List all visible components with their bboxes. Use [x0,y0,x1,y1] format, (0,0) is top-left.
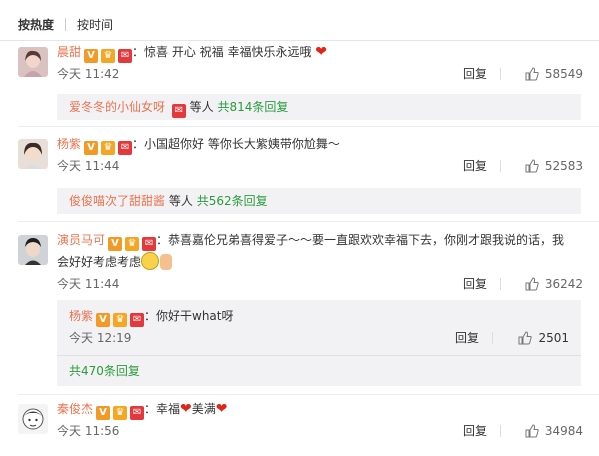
member-badge-icon: ♛ [101,49,116,63]
reply-user-link[interactable]: 俊俊喵次了甜甜酱 [69,194,165,208]
heart-emoji-icon: ❤ [180,401,192,417]
redpacket-icon: ✉ [118,49,133,63]
comment-meta: 今天 11:56 回复 34984 [57,421,583,441]
thumbs-up-icon [518,331,533,345]
meta-separator [500,160,501,172]
reply-button[interactable]: 回复 [455,328,479,348]
comment-divider [18,394,599,395]
like-button[interactable]: 2501 [518,328,569,348]
view-replies-link[interactable]: 共814条回复 [218,100,289,114]
comment-text-continued: 美满 [191,402,216,416]
member-badge-icon: ♛ [125,237,140,251]
reply-button[interactable]: 回复 [463,64,487,84]
meta-separator [500,425,501,437]
verified-v-icon: V [84,141,99,155]
sub-reply-divider [57,355,581,356]
heart-emoji-icon: ❤ [315,44,328,60]
username-link[interactable]: 演员马可 [57,233,105,247]
reply-thread-box: 俊俊喵次了甜甜酱 等人 共562条回复 [57,188,581,214]
like-count: 34984 [544,424,583,438]
like-button[interactable]: 34984 [525,421,583,441]
like-button[interactable]: 58549 [525,64,583,84]
meta-separator [500,68,501,80]
thumbs-up-icon [525,67,539,81]
hand-emoji-icon [160,254,173,270]
like-count: 52583 [544,159,583,173]
sub-reply-meta: 今天 12:19 回复 2501 [69,328,569,348]
sub-reply-time: 今天 12:19 [69,331,132,345]
view-replies-link[interactable]: 共470条回复 [69,364,140,378]
avatar[interactable] [18,404,48,434]
view-replies-link[interactable]: 共562条回复 [197,194,268,208]
comment-time: 今天 11:44 [57,277,120,291]
like-button[interactable]: 36242 [525,274,583,294]
sort-tabs: 按热度 按时间 [18,14,113,34]
username-link[interactable]: 秦俊杰 [57,402,93,416]
redpacket-icon: ✉ [130,313,145,327]
member-badge-icon: ♛ [113,406,128,420]
tab-sort-by-time[interactable]: 按时间 [77,16,113,33]
tab-sort-by-hot[interactable]: 按热度 [18,16,54,33]
redpacket-icon: ✉ [118,141,133,155]
comment-text-continued: 会好好考虑考虑 [57,255,142,269]
comment-text: ：幸福 [144,402,181,416]
comment-time: 今天 11:56 [57,424,120,438]
comment-text: ：恭喜嘉伦兄弟喜得爱子～～要一直跟欢欢幸福下去，你刚才跟我说的话，我 [156,233,565,247]
username-link[interactable]: 杨紫 [57,137,81,151]
comment-text: ：惊喜 开心 祝福 幸福快乐永远哦 [132,45,312,59]
comment-content: 晨甜 V ♛ ✉ ：惊喜 开心 祝福 幸福快乐永远哦 ❤ [57,41,583,63]
thumbs-up-icon [525,424,539,438]
avatar[interactable] [18,47,48,77]
comment-content: 杨紫 V ♛ ✉ ：小国超你好 等你长大紫姨带你尬舞～ [57,133,583,155]
verified-v-icon: V [96,406,111,420]
member-badge-icon: ♛ [113,313,128,327]
verified-v-icon: V [108,237,123,251]
comment-divider [18,126,599,127]
comment-time: 今天 11:42 [57,67,120,81]
tab-separator [65,17,67,31]
meta-separator [500,278,501,290]
reply-user-link[interactable]: 爱冬冬的小仙女呀 [69,100,165,114]
comment-text: ：小国超你好 等你长大紫姨带你尬舞～ [132,137,340,151]
heart-emoji-icon: ❤ [215,401,228,417]
reply-thread-box: 爱冬冬的小仙女呀 ✉ 等人 共814条回复 [57,94,581,120]
username-link[interactable]: 晨甜 [57,45,81,59]
reply-button[interactable]: 回复 [463,421,487,441]
thumbs-up-icon [525,277,539,291]
sub-reply-text: ：你好干what呀 [144,309,234,323]
avatar[interactable] [18,235,48,265]
member-badge-icon: ♛ [101,141,116,155]
avatar[interactable] [18,139,48,169]
comment-content: 秦俊杰 V ♛ ✉ ：幸福❤美满❤ [57,398,583,420]
thumbs-up-icon [525,159,539,173]
reply-thread-box: 杨紫 V ♛ ✉ ：你好干what呀 今天 12:19 回复 2501 共470条回复 [57,300,581,386]
comment-item: 秦俊杰 V ♛ ✉ ：幸福❤美满❤ 今天 11:56 回复 34984 [0,398,599,456]
redpacket-icon: ✉ [130,406,145,420]
smile-emoji-icon [141,252,160,270]
username-link[interactable]: 杨紫 [69,309,93,323]
verified-v-icon: V [96,313,111,327]
comment-time: 今天 11:44 [57,159,120,173]
like-count: 58549 [544,67,583,81]
reply-button[interactable]: 回复 [463,274,487,294]
sub-reply-content: 杨紫 V ♛ ✉ ：你好干what呀 [69,306,234,327]
reply-suffix: 等人 [189,100,214,114]
like-count: 2501 [538,331,569,345]
reply-button[interactable]: 回复 [463,156,487,176]
comment-meta: 今天 11:44 回复 52583 [57,156,583,176]
comment-item: 演员马可 V ♛ ✉ ：恭喜嘉伦兄弟喜得爱子～～要一直跟欢欢幸福下去，你刚才跟我说的话，… [0,229,599,391]
comment-meta: 今天 11:44 回复 36242 [57,274,583,294]
reply-suffix: 等人 [168,194,193,208]
verified-v-icon: V [84,49,99,63]
comment-content: 演员马可 V ♛ ✉ ：恭喜嘉伦兄弟喜得爱子～～要一直跟欢欢幸福下去，你刚才跟我说的话，… [57,229,583,273]
comment-item: 晨甜 V ♛ ✉ ：惊喜 开心 祝福 幸福快乐永远哦 ❤ 今天 11:42 回复 585… [0,41,599,125]
meta-separator [492,332,493,344]
comment-meta: 今天 11:42 回复 58549 [57,64,583,84]
redpacket-icon: ✉ [171,104,186,118]
comment-item: 杨紫 V ♛ ✉ ：小国超你好 等你长大紫姨带你尬舞～ 今天 11:44 回复 5258… [0,133,599,217]
comment-divider [18,221,599,222]
like-count: 36242 [544,277,583,291]
redpacket-icon: ✉ [142,237,157,251]
like-button[interactable]: 52583 [525,156,583,176]
